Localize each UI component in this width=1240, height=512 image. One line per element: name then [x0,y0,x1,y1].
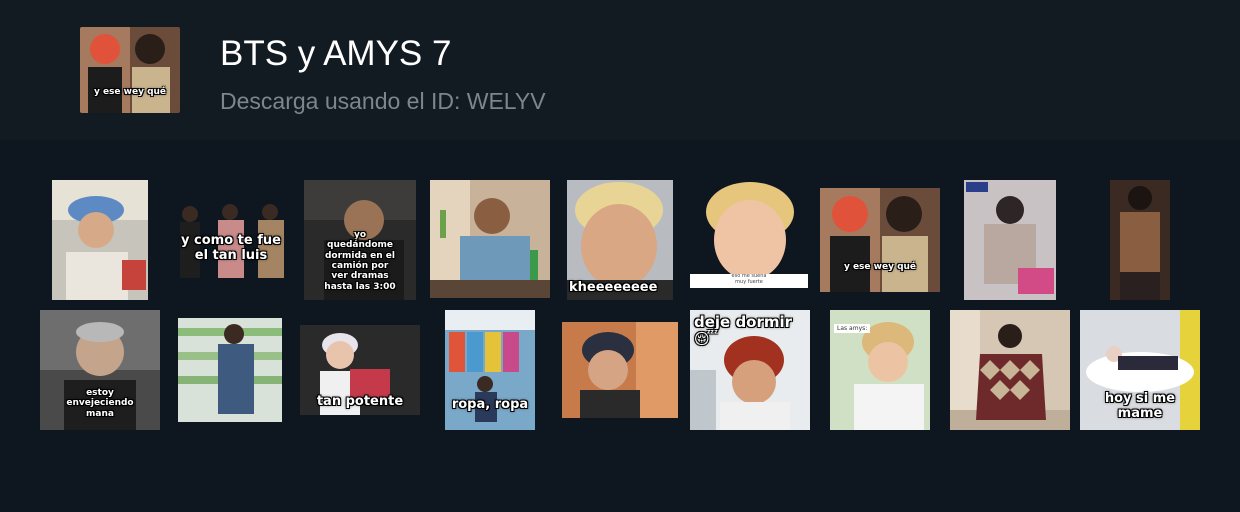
sticker-6-caption: eso me suena muy fuerte [731,273,767,285]
sticker-5-caption: kheeeeeeee [569,280,658,295]
sticker-17[interactable] [950,310,1070,430]
sticker-13-caption: ropa, ropa [451,397,529,412]
sticker-10-caption: estoy envejeciendo mana [66,388,134,419]
sticker-16-tag: Las amys: [834,324,871,333]
sticker-7-caption: y ese wey qué [843,262,917,272]
pack-cover-image: y ese wey qué [80,27,180,113]
sticker-15-caption: deje dormir 😴 [694,313,793,349]
sticker-3-caption: yo quedándome dormida en el camión por v… [324,230,396,292]
sticker-6[interactable]: eso me suena muy fuerte [690,180,808,288]
sticker-2[interactable]: y como te fue el tan luis [170,198,292,280]
pack-header: y ese wey qué BTS y AMYS 7 Descarga usan… [0,0,1240,140]
pack-download-id: Descarga usando el ID: WELYV [220,88,546,114]
sticker-1[interactable] [52,180,148,300]
sticker-18-caption: hoy si me mame [1104,391,1176,421]
sticker-grid: y como te fue el tan luis yo quedándome … [0,140,1240,512]
sticker-8[interactable] [964,180,1056,300]
sticker-14[interactable] [562,322,678,418]
sticker-7[interactable]: y ese wey qué [820,188,940,292]
sticker-16[interactable]: Las amys: [830,310,930,430]
sticker-5[interactable]: kheeeeeeee [567,180,673,300]
sticker-9[interactable] [1110,180,1170,300]
sticker-11[interactable] [178,318,282,422]
pack-title: BTS y AMYS 7 [220,34,452,73]
sticker-12-caption: tan potente [316,394,404,409]
sticker-4[interactable] [430,180,550,298]
sticker-3[interactable]: yo quedándome dormida en el camión por v… [304,180,416,300]
sticker-18[interactable]: hoy si me mame [1080,310,1200,430]
pack-cover-caption: y ese wey qué [93,87,167,97]
sticker-2-caption: y como te fue el tan luis [181,233,281,263]
sticker-12[interactable]: tan potente [300,325,420,415]
sticker-15[interactable]: deje dormir 😴 [690,310,810,430]
sticker-10[interactable]: estoy envejeciendo mana [40,310,160,430]
sticker-13[interactable]: ropa, ropa [445,310,535,430]
